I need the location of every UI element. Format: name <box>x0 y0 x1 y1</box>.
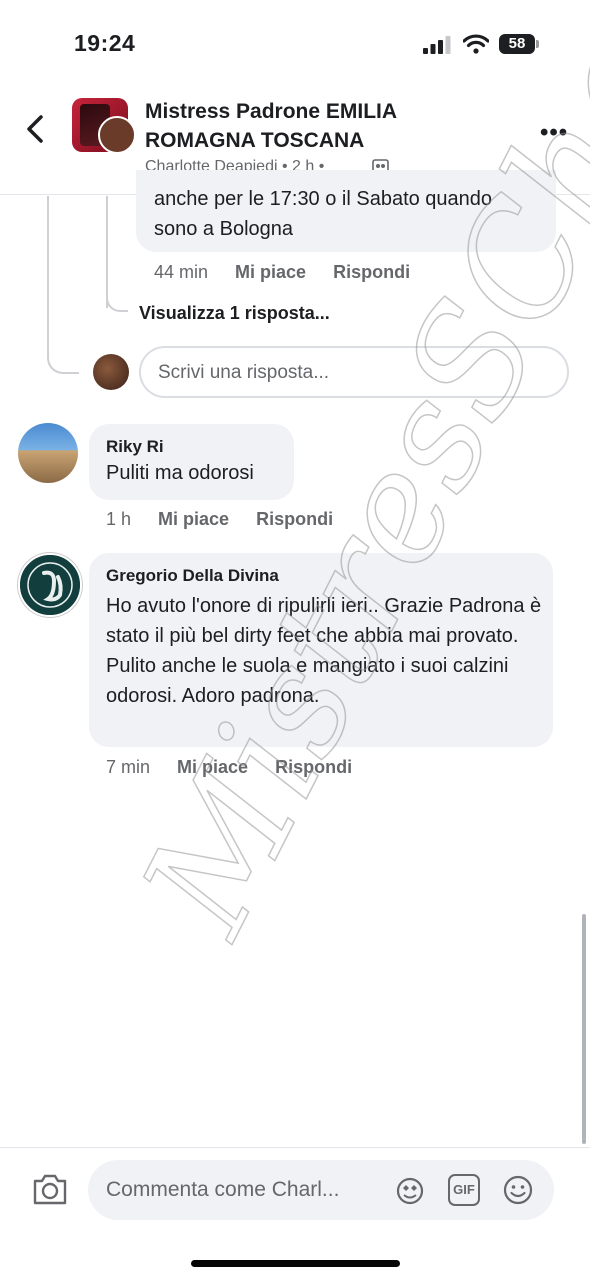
status-time: 19:24 <box>74 30 136 56</box>
battery-level: 58 <box>499 34 535 54</box>
avatar-sticker-icon[interactable] <box>394 1174 426 1206</box>
home-indicator[interactable] <box>191 1260 400 1267</box>
reply-button[interactable]: Rispondi <box>275 757 352 777</box>
comment-text: Ho avuto l'onore di ripulirli ieri.. Gra… <box>106 595 542 707</box>
thread-line-hook <box>47 350 79 374</box>
composer-divider <box>0 1147 590 1148</box>
comment-time: 1 h <box>106 509 132 529</box>
like-button[interactable]: Mi piace <box>235 262 306 282</box>
reply-text: anche per le 17:30 o il Sabato quando so… <box>154 188 493 240</box>
scrollbar[interactable] <box>582 914 586 1144</box>
more-options-icon[interactable]: ••• <box>540 119 568 147</box>
comment-text: Puliti ma odorosi <box>106 462 254 484</box>
comment-input[interactable]: Commenta come Charl... GIF <box>88 1160 554 1220</box>
emoji-icon[interactable] <box>502 1174 534 1206</box>
back-chevron-icon[interactable] <box>24 114 46 144</box>
cellular-signal-icon <box>423 36 451 54</box>
comment-author[interactable]: Gregorio Della Divina <box>106 566 279 586</box>
poster-avatar[interactable] <box>98 116 136 154</box>
reply-actions: 44 min Mi piace Rispondi <box>154 262 410 283</box>
reply-button[interactable]: Rispondi <box>333 262 410 282</box>
battery-icon: 58 <box>499 34 539 54</box>
reply-input-placeholder: Scrivi una risposta... <box>158 362 330 383</box>
thread-line-hook <box>106 290 128 312</box>
thread-line <box>47 196 49 354</box>
comment-input-placeholder: Commenta come Charl... <box>106 1178 340 1201</box>
group-title[interactable]: Mistress Padrone EMILIA ROMAGNA TOSCANA <box>145 97 475 155</box>
commenter-avatar[interactable] <box>18 423 78 483</box>
reply-input[interactable]: Scrivi una risposta... <box>139 346 569 398</box>
reply-button[interactable]: Rispondi <box>256 509 333 529</box>
wifi-icon <box>463 34 489 54</box>
view-replies-link[interactable]: Visualizza 1 risposta... <box>139 303 330 324</box>
reply-time: 44 min <box>154 262 209 282</box>
current-user-avatar <box>93 354 129 390</box>
comment-author[interactable]: Riky Ri <box>106 437 164 457</box>
like-button[interactable]: Mi piace <box>158 509 229 529</box>
like-button[interactable]: Mi piace <box>177 757 248 777</box>
comment-actions: 7 min Mi piace Rispondi <box>106 757 352 778</box>
camera-icon[interactable] <box>32 1172 68 1206</box>
gif-icon[interactable]: GIF <box>448 1174 480 1206</box>
comment-actions: 1 h Mi piace Rispondi <box>106 509 333 530</box>
comment-time: 7 min <box>106 757 151 777</box>
commenter-avatar[interactable] <box>18 553 82 617</box>
